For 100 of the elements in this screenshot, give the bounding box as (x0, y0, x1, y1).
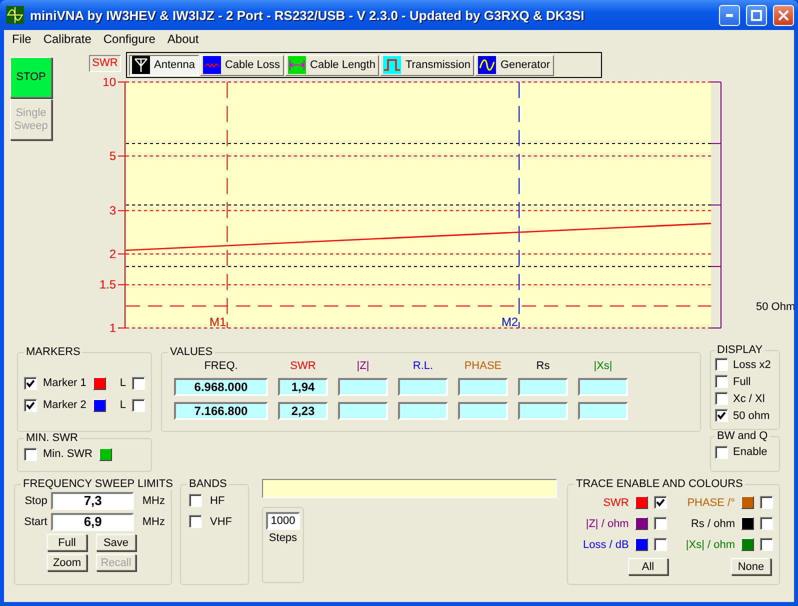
mode-tab[interactable]: Antenna (129, 54, 199, 76)
checkbox[interactable] (760, 496, 773, 509)
sine-wave-icon (478, 56, 496, 74)
column-header: |Z| (356, 360, 370, 372)
sweep-button[interactable]: Zoom (47, 554, 87, 571)
checkbox[interactable] (189, 494, 202, 507)
trace-label: Loss / dB (583, 538, 629, 550)
zigzag-icon (202, 56, 221, 74)
checkbox[interactable] (132, 398, 145, 412)
mode-tab[interactable]: Generator (475, 54, 554, 76)
trace-label: |Z| / ohm (586, 518, 629, 530)
trace-label: PHASE /° (687, 496, 735, 508)
column-header: FREQ. (204, 360, 238, 372)
value-field (398, 402, 448, 420)
checkbox-label: Loss x2 (733, 358, 771, 370)
checkbox[interactable] (24, 448, 37, 460)
value-field: 7.166.800 (174, 402, 268, 420)
frequency-field[interactable]: 7,3 (51, 492, 134, 510)
mode-tab[interactable]: Cable Loss (200, 54, 284, 76)
value-field (458, 378, 508, 396)
value-field: 1,94 (278, 378, 328, 396)
mode-tab[interactable]: Transmission (380, 54, 474, 76)
frequency-field[interactable]: 6,9 (51, 512, 134, 530)
value-field (518, 402, 568, 420)
color-swatch[interactable] (741, 538, 754, 551)
maximize-button[interactable] (746, 4, 767, 26)
checkbox-label: 50 ohm (733, 410, 770, 422)
column-header: Rs (536, 360, 550, 372)
checkbox-label: Xc / Xl (733, 392, 765, 404)
window-title: miniVNA by IW3HEV & IW3IJZ - 2 Port - RS232/USB - V 2.3.0 - Updated by G3RXQ & DK3SI (30, 8, 586, 22)
checkbox[interactable] (654, 496, 667, 509)
checkbox[interactable] (715, 375, 728, 388)
group-title: BW and Q (716, 430, 769, 442)
minimize-button[interactable] (719, 4, 740, 26)
group-title: FREQUENCY SWEEP LIMITS (22, 478, 174, 490)
axis-tick-label: 5 (109, 149, 116, 164)
axis-tick-label: 3 (109, 204, 116, 218)
checkbox-label: Marker 1 (43, 377, 87, 389)
checkbox[interactable] (715, 392, 728, 405)
checkbox-label: Marker 2 (43, 399, 87, 411)
value-field: 2,23 (278, 402, 328, 420)
checkbox[interactable] (715, 409, 728, 422)
close-button[interactable] (773, 4, 794, 26)
checkbox[interactable] (24, 376, 37, 390)
checkbox[interactable] (760, 517, 773, 530)
value-field: 6.968.000 (174, 378, 268, 396)
group-title: BANDS (188, 478, 228, 490)
color-swatch[interactable] (634, 496, 648, 509)
value-field (518, 378, 568, 396)
color-swatch[interactable] (741, 496, 754, 509)
menu-item[interactable]: Calibrate (37, 32, 98, 46)
steps-field[interactable]: 1000 (266, 512, 300, 530)
reference-label: 50 Ohm (756, 301, 794, 313)
checkbox-label: Enable (733, 446, 768, 458)
axis-tick-label: 1.5 (99, 278, 116, 292)
checkbox[interactable] (715, 446, 728, 458)
checkbox-label: HF (210, 494, 225, 506)
checkbox[interactable] (654, 538, 667, 551)
trace-label: |Xs| / ohm (686, 538, 735, 550)
column-header: SWR (290, 360, 316, 372)
field-label: Start (23, 516, 48, 528)
value-field (338, 402, 388, 420)
checkbox[interactable] (654, 517, 667, 530)
sweep-button[interactable]: Full (47, 534, 87, 551)
value-field (338, 378, 388, 396)
column-header: |Xs| (594, 360, 612, 372)
checkbox[interactable] (189, 515, 202, 528)
steps-label: Steps (268, 532, 298, 544)
checkbox-label: L (120, 399, 126, 411)
checkbox-label: Min. SWR (43, 448, 92, 460)
sweep-button[interactable]: Save (96, 534, 136, 551)
color-swatch[interactable] (634, 517, 648, 530)
checkbox[interactable] (132, 376, 145, 390)
menu-item[interactable]: File (6, 32, 38, 46)
checkbox-label: VHF (210, 516, 232, 528)
close-icon (778, 10, 789, 20)
color-swatch[interactable] (92, 376, 106, 390)
column-header: R.L. (412, 360, 434, 372)
app-icon (6, 6, 24, 24)
color-swatch[interactable] (92, 398, 106, 412)
mode-tab[interactable]: Cable Length (285, 54, 380, 76)
unit-label: MHz (142, 494, 165, 506)
menu-item[interactable]: About (161, 32, 205, 46)
trace-button[interactable]: None (731, 558, 771, 575)
maximize-icon (751, 10, 762, 20)
menu-item[interactable]: Configure (97, 32, 162, 46)
color-swatch[interactable] (634, 538, 648, 551)
group-title: TRACE ENABLE AND COLOURS (575, 478, 744, 490)
minimize-icon (726, 14, 733, 16)
ruler-icon (288, 56, 306, 74)
axis-tick-label: 2 (109, 246, 116, 261)
checkbox[interactable] (715, 358, 728, 371)
color-swatch[interactable] (98, 448, 112, 460)
checkbox[interactable] (24, 398, 37, 412)
checkbox[interactable] (760, 538, 773, 551)
field-label: Stop (24, 494, 48, 506)
trace-button[interactable]: All (628, 558, 668, 575)
marker-label: M1 (210, 315, 226, 329)
color-swatch[interactable] (741, 517, 754, 530)
stop-button[interactable]: STOP (10, 57, 52, 98)
